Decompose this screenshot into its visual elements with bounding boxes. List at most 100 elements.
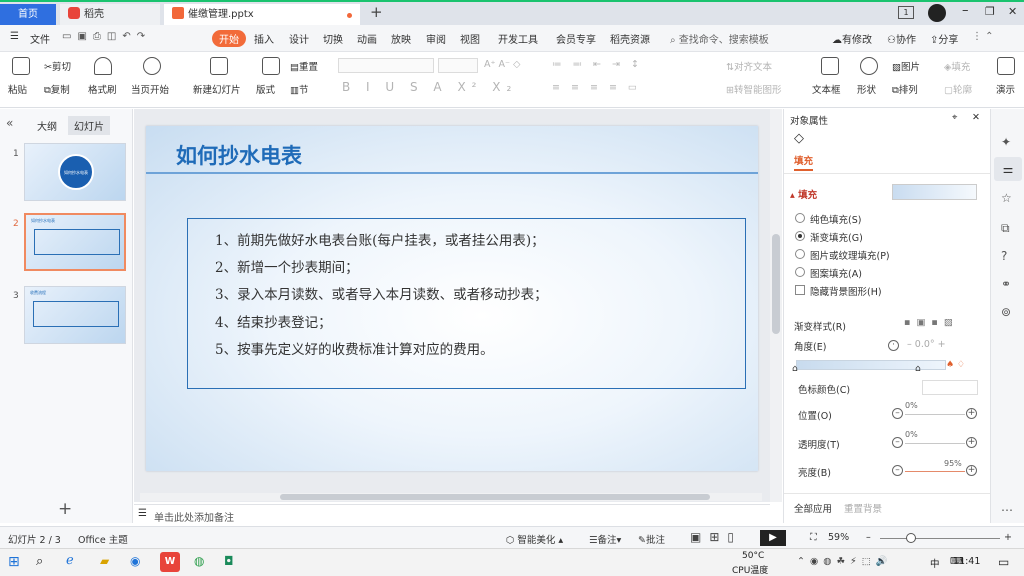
- pattern-fill-radio[interactable]: [795, 267, 805, 277]
- app-green-icon[interactable]: ◍: [194, 554, 204, 568]
- fill-button[interactable]: ◈填充: [944, 59, 970, 73]
- add-stop-icon[interactable]: ♠ ♢: [946, 360, 965, 370]
- tab-daoke[interactable]: 稻壳: [60, 4, 160, 27]
- menu-developer[interactable]: 开发工具: [498, 31, 538, 46]
- presentation-button[interactable]: 演示: [996, 82, 1015, 96]
- tab-document[interactable]: 催缴管理.pptx: [164, 4, 360, 27]
- minimize-button[interactable]: –: [962, 3, 969, 18]
- avatar[interactable]: [928, 4, 946, 22]
- paragraph-icons[interactable]: ≔ ≕ ⇤ ⇥ ↕: [552, 59, 643, 70]
- location-icon[interactable]: ⊚: [1001, 305, 1011, 319]
- outline-button[interactable]: ▢轮廓: [944, 82, 972, 96]
- rotate-icon[interactable]: ·: [888, 340, 899, 351]
- brightness-slider[interactable]: [905, 471, 965, 472]
- pattern-fill-label[interactable]: 图案填充(A): [810, 266, 862, 280]
- brightness-increase-button[interactable]: +: [966, 465, 977, 476]
- text-direction-button[interactable]: ⇅对齐文本: [726, 59, 772, 73]
- notes-toggle[interactable]: ☰备注▾: [589, 532, 621, 546]
- search-box[interactable]: ⌕ 查找命令、搜索模板: [670, 31, 769, 46]
- help-icon[interactable]: ?: [1001, 249, 1007, 263]
- notification-icon[interactable]: ▭: [998, 555, 1009, 569]
- hide-bg-checkbox[interactable]: [795, 285, 805, 295]
- play-from-current-button[interactable]: 当页开始: [131, 82, 169, 96]
- properties-icon[interactable]: ⚌: [994, 157, 1022, 181]
- paste-icon[interactable]: [12, 57, 30, 75]
- pending-changes-button[interactable]: ☁有修改: [832, 31, 872, 46]
- shape-icon[interactable]: [860, 57, 878, 75]
- picture-fill-label[interactable]: 图片或纹理填充(P): [810, 248, 890, 262]
- ime-indicator[interactable]: 中: [930, 556, 940, 570]
- gradient-fill-radio[interactable]: [795, 231, 805, 241]
- solid-fill-radio[interactable]: [795, 213, 805, 223]
- stop-color-dropdown[interactable]: [922, 380, 978, 395]
- zoom-handle[interactable]: [906, 533, 916, 543]
- font-style-icons[interactable]: B I U S A X² X₂: [342, 80, 517, 94]
- panel-close-icon[interactable]: ✕: [972, 112, 980, 123]
- collab-button[interactable]: ⚇协作: [887, 31, 916, 46]
- ie-icon[interactable]: ℯ: [66, 553, 74, 568]
- zoom-slider[interactable]: [880, 538, 1000, 539]
- window-badge[interactable]: 1: [898, 6, 914, 19]
- section-button[interactable]: ▥节: [290, 82, 309, 96]
- pin-icon[interactable]: ⌖: [952, 112, 957, 123]
- more-icon[interactable]: ⋯: [1001, 503, 1013, 517]
- solid-fill-label[interactable]: 纯色填充(S): [810, 212, 861, 226]
- menu-file[interactable]: 文件: [30, 31, 50, 46]
- transparency-increase-button[interactable]: +: [966, 437, 977, 448]
- notes-area[interactable]: ☰ 单击此处添加备注: [134, 504, 770, 524]
- brightness-decrease-button[interactable]: –: [892, 465, 903, 476]
- menu-insert[interactable]: 插入: [254, 31, 274, 46]
- textbox-button[interactable]: 文本框: [812, 82, 841, 96]
- fit-window-icon[interactable]: ⛶: [810, 532, 817, 543]
- slide-thumbnail-2[interactable]: 如何抄水电表: [24, 213, 126, 271]
- fill-section-header[interactable]: ▴ 填充: [790, 187, 817, 201]
- zoom-out-button[interactable]: –: [866, 532, 871, 543]
- app-teal-icon[interactable]: ◘: [224, 554, 234, 568]
- reset-background-button[interactable]: 重置背景: [844, 501, 882, 515]
- arrange-button[interactable]: ⧉排列: [892, 82, 918, 96]
- horizontal-scrollbar[interactable]: [140, 493, 762, 501]
- tab-home[interactable]: 首页: [0, 4, 56, 27]
- new-slide-icon[interactable]: [210, 57, 228, 75]
- textbox-icon[interactable]: [821, 57, 839, 75]
- menu-slideshow[interactable]: 放映: [391, 31, 411, 46]
- more-icon[interactable]: ⋮ ⌃: [972, 31, 994, 42]
- slide-thumbnail-3[interactable]: 收费流程: [24, 286, 126, 344]
- transparency-slider[interactable]: [905, 443, 965, 444]
- share-button[interactable]: ⇪分享: [930, 31, 958, 46]
- comment-button[interactable]: ✎批注: [638, 532, 665, 546]
- play-slideshow-button[interactable]: ▶: [760, 530, 786, 546]
- menu-design[interactable]: 设计: [289, 31, 309, 46]
- menu-view[interactable]: 视图: [460, 31, 480, 46]
- layout-button[interactable]: 版式: [256, 82, 275, 96]
- share-panel-icon[interactable]: ⚭: [1001, 277, 1011, 291]
- hide-bg-label[interactable]: 隐藏背景图形(H): [810, 284, 882, 298]
- panel-title[interactable]: 对象属性: [790, 113, 828, 127]
- new-slide-button[interactable]: 新建幻灯片: [193, 82, 241, 96]
- align-icons[interactable]: ≡ ≡ ≡ ≡ ▭: [552, 82, 641, 93]
- convert-smartart-button[interactable]: ⊞转智能图形: [726, 82, 781, 96]
- tray-icons[interactable]: ⌃◉◍☘⚡⬚🔊: [797, 556, 893, 567]
- menu-start[interactable]: 开始: [212, 30, 246, 47]
- wps-icon[interactable]: W: [160, 552, 180, 572]
- menu-review[interactable]: 审阅: [426, 31, 446, 46]
- play-icon[interactable]: [143, 57, 161, 75]
- tab-outline[interactable]: 大纲: [37, 118, 57, 133]
- h-scroll-thumb[interactable]: [280, 494, 710, 500]
- menu-animation[interactable]: 动画: [357, 31, 377, 46]
- clock[interactable]: 11:41: [953, 556, 980, 567]
- fill-color-dropdown[interactable]: [892, 184, 977, 200]
- gradient-stop-end[interactable]: ⌂: [915, 364, 921, 374]
- font-size-controls-icon[interactable]: A⁺ A⁻ ◇: [484, 59, 520, 70]
- close-button[interactable]: ✕: [1008, 5, 1017, 18]
- gradient-style-icons[interactable]: ▪▣▪▨: [904, 317, 959, 328]
- gradient-bar[interactable]: [796, 360, 946, 370]
- sparkle-icon[interactable]: ✦: [1001, 135, 1011, 149]
- menu-icon[interactable]: ☰: [10, 31, 19, 42]
- angle-input[interactable]: – 0.0° +: [907, 339, 946, 350]
- new-tab-button[interactable]: +: [370, 3, 383, 21]
- slide-thumbnail-1[interactable]: 如何抄水电表: [24, 143, 126, 201]
- presentation-icon[interactable]: [997, 57, 1015, 75]
- position-increase-button[interactable]: +: [966, 408, 977, 419]
- scroll-thumb[interactable]: [772, 234, 780, 334]
